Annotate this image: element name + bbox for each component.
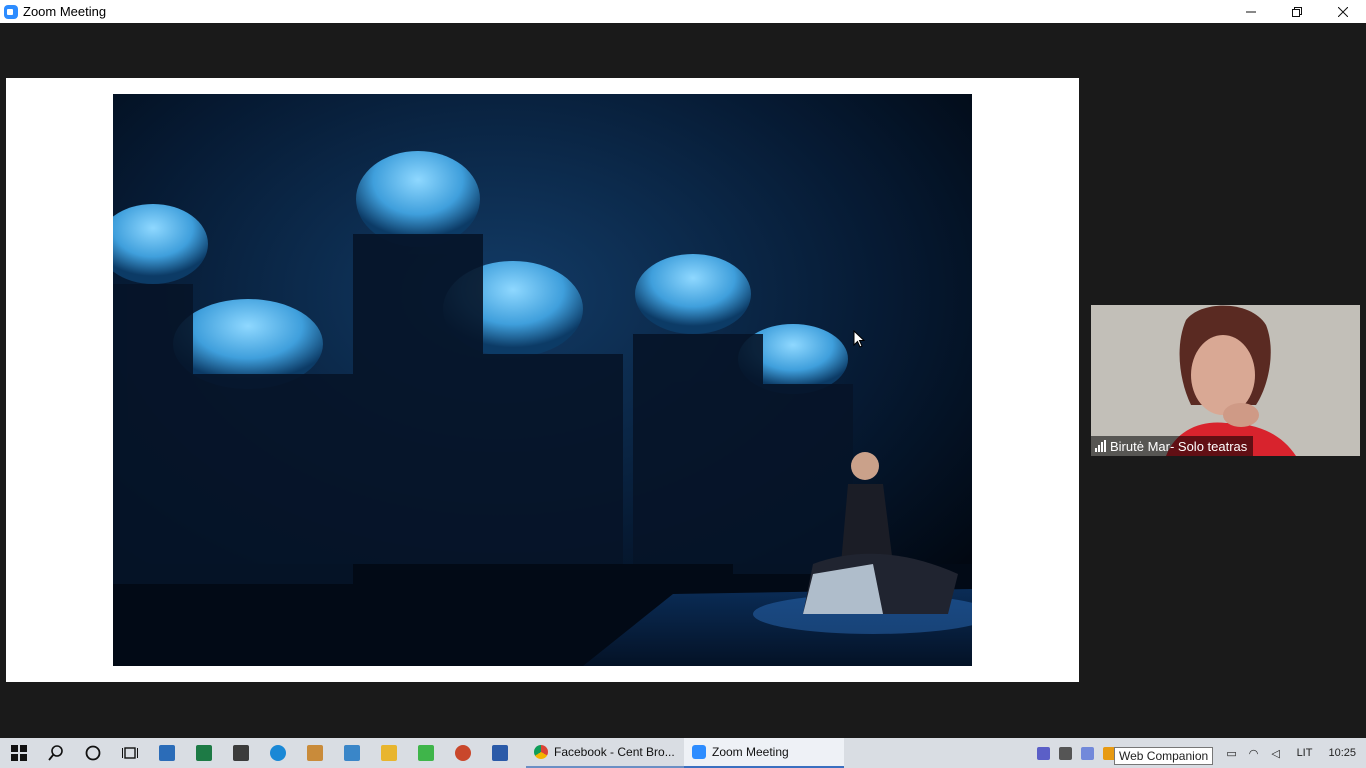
taskbar-paint[interactable] xyxy=(296,738,333,768)
wifi-icon: ◠ xyxy=(1248,747,1259,760)
signal-strength-icon xyxy=(1095,440,1106,452)
slide-photo xyxy=(113,94,972,666)
paint-icon xyxy=(306,745,323,761)
window-controls xyxy=(1228,0,1366,23)
chrome-icon xyxy=(534,745,548,759)
calculator-icon xyxy=(158,745,175,761)
control-panel-icon xyxy=(343,745,360,761)
taskbar-task-chrome[interactable]: Facebook - Cent Bro... xyxy=(526,738,684,768)
task-label: Facebook - Cent Bro... xyxy=(554,745,675,759)
participant-name: Birutė Mar- Solo teatras xyxy=(1110,438,1248,454)
taskbar-file-explorer[interactable] xyxy=(370,738,407,768)
taskbar-edge[interactable] xyxy=(259,738,296,768)
task-view-button[interactable] xyxy=(111,738,148,768)
tray-network[interactable]: ◠ xyxy=(1243,738,1265,768)
excel-icon xyxy=(195,745,212,761)
camera-icon xyxy=(1059,746,1073,760)
close-icon xyxy=(1338,6,1348,17)
meeting-area: Birutė Mar- Solo teatras xyxy=(0,23,1366,738)
participant-video xyxy=(1091,305,1360,456)
zoom-icon xyxy=(692,745,706,759)
restore-button[interactable] xyxy=(1274,0,1320,23)
taskbar-excel[interactable] xyxy=(185,738,222,768)
taskbar-task-zoom[interactable]: Zoom Meeting xyxy=(684,738,844,768)
window-titlebar: Zoom Meeting xyxy=(0,0,1366,23)
tray-tooltip: Web Companion xyxy=(1114,747,1214,765)
restore-icon xyxy=(1292,6,1302,17)
green-app-icon xyxy=(417,745,434,761)
chevron-right-icon xyxy=(1027,297,1044,329)
language-indicator[interactable]: LIT xyxy=(1287,747,1323,759)
participant-name-label: Birutė Mar- Solo teatras xyxy=(1091,436,1254,456)
taskbar-green-app[interactable] xyxy=(407,738,444,768)
speaker-icon: ◁ xyxy=(1271,747,1280,760)
participant-video-tile[interactable]: Birutė Mar- Solo teatras xyxy=(1091,305,1360,456)
edge-icon xyxy=(269,745,286,761)
task-label: Zoom Meeting xyxy=(712,745,789,759)
taskbar-clock[interactable]: 10:25 xyxy=(1322,747,1366,759)
minimize-icon xyxy=(1246,11,1256,12)
teams-icon xyxy=(1037,746,1051,760)
battery-icon: ▭ xyxy=(1226,747,1237,760)
window-title: Zoom Meeting xyxy=(23,4,107,19)
next-slide-button[interactable] xyxy=(1020,293,1050,333)
close-button[interactable] xyxy=(1320,0,1366,23)
powerpoint-icon xyxy=(454,745,471,761)
circle-icon xyxy=(85,745,100,761)
word-icon xyxy=(491,745,508,761)
taskbar-powerpoint[interactable] xyxy=(444,738,481,768)
start-button[interactable] xyxy=(0,738,37,768)
tray-teams[interactable] xyxy=(1033,738,1055,768)
tray-discord[interactable] xyxy=(1077,738,1099,768)
taskbar-shield-app[interactable] xyxy=(222,738,259,768)
taskbar-word[interactable] xyxy=(481,738,518,768)
minimize-button[interactable] xyxy=(1228,0,1274,23)
discord-icon xyxy=(1081,746,1095,760)
shield-icon xyxy=(232,745,249,761)
search-icon xyxy=(47,745,63,761)
tray-zoom[interactable] xyxy=(1055,738,1077,768)
search-button[interactable] xyxy=(37,738,74,768)
tray-volume[interactable]: ◁ xyxy=(1265,738,1287,768)
folder-icon xyxy=(380,745,397,761)
mouse-cursor-icon xyxy=(853,330,865,348)
task-view-icon xyxy=(121,747,138,759)
windows-logo-icon xyxy=(10,745,27,761)
zoom-app-icon xyxy=(4,4,18,19)
shared-screen xyxy=(6,78,1079,682)
taskbar-control-panel[interactable] xyxy=(333,738,370,768)
tray-battery[interactable]: ▭ xyxy=(1221,738,1243,768)
taskbar-calculator[interactable] xyxy=(148,738,185,768)
cortana-button[interactable] xyxy=(74,738,111,768)
